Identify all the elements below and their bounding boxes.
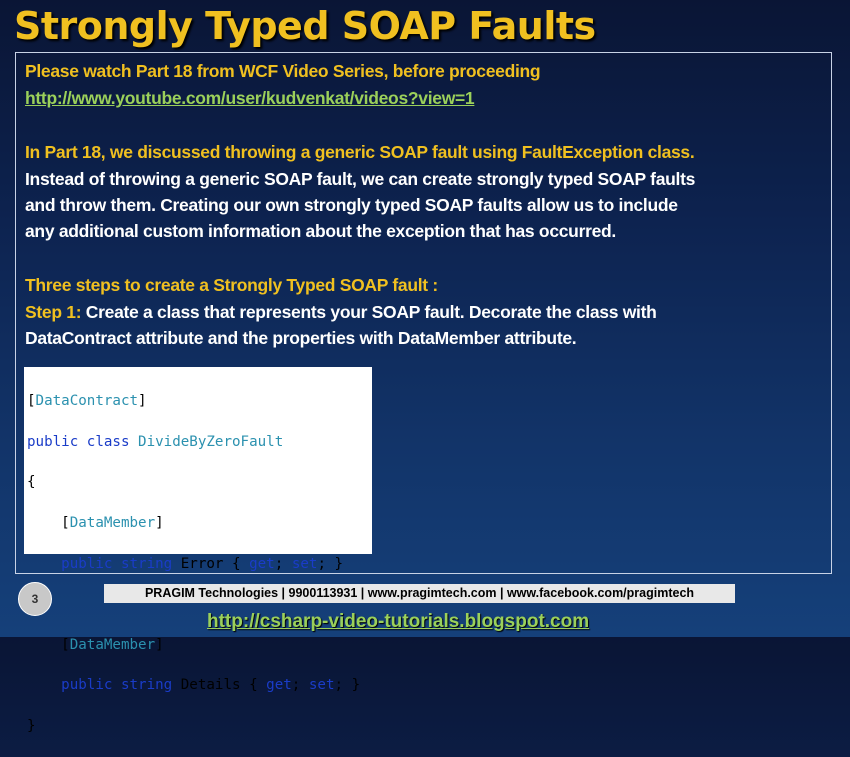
steps-heading: Three steps to create a Strongly Typed S… [25, 275, 438, 295]
blog-link[interactable]: http://csharp-video-tutorials.blogspot.c… [207, 611, 589, 633]
slide-title: Strongly Typed SOAP Faults [14, 4, 596, 48]
body-line-3: any additional custom information about … [25, 221, 616, 241]
code-line-8: public string Details { get; set; } [27, 677, 361, 694]
intro-line: Please watch Part 18 from WCF Video Seri… [25, 61, 541, 81]
code-line-7: [DataMember] [27, 636, 164, 653]
code-snippet: [DataContract] public class DivideByZero… [24, 367, 372, 734]
code-line-4: [DataMember] [27, 515, 164, 532]
code-line-2: public class DivideByZeroFault [27, 433, 284, 450]
code-line-1: [DataContract] [27, 393, 147, 410]
step-1-label: Step 1: [25, 302, 82, 322]
code-line-5: public string Error { get; set; } [27, 555, 344, 572]
code-line-3: { [27, 474, 36, 491]
page-number-badge: 3 [18, 582, 52, 616]
code-line-9: } [27, 718, 36, 735]
company-footer: PRAGIM Technologies | 9900113931 | www.p… [104, 584, 735, 603]
step-1-line: Step 1: Create a class that represents y… [25, 302, 657, 323]
step-1-line-2: DataContract attribute and the propertie… [25, 328, 577, 348]
recap-line: In Part 18, we discussed throwing a gene… [25, 142, 695, 162]
youtube-link[interactable]: http://www.youtube.com/user/kudvenkat/vi… [25, 88, 475, 109]
step-1-text: Create a class that represents your SOAP… [81, 302, 657, 322]
body-line-1: Instead of throwing a generic SOAP fault… [25, 169, 696, 189]
body-line-2: and throw them. Creating our own strongl… [25, 195, 678, 215]
